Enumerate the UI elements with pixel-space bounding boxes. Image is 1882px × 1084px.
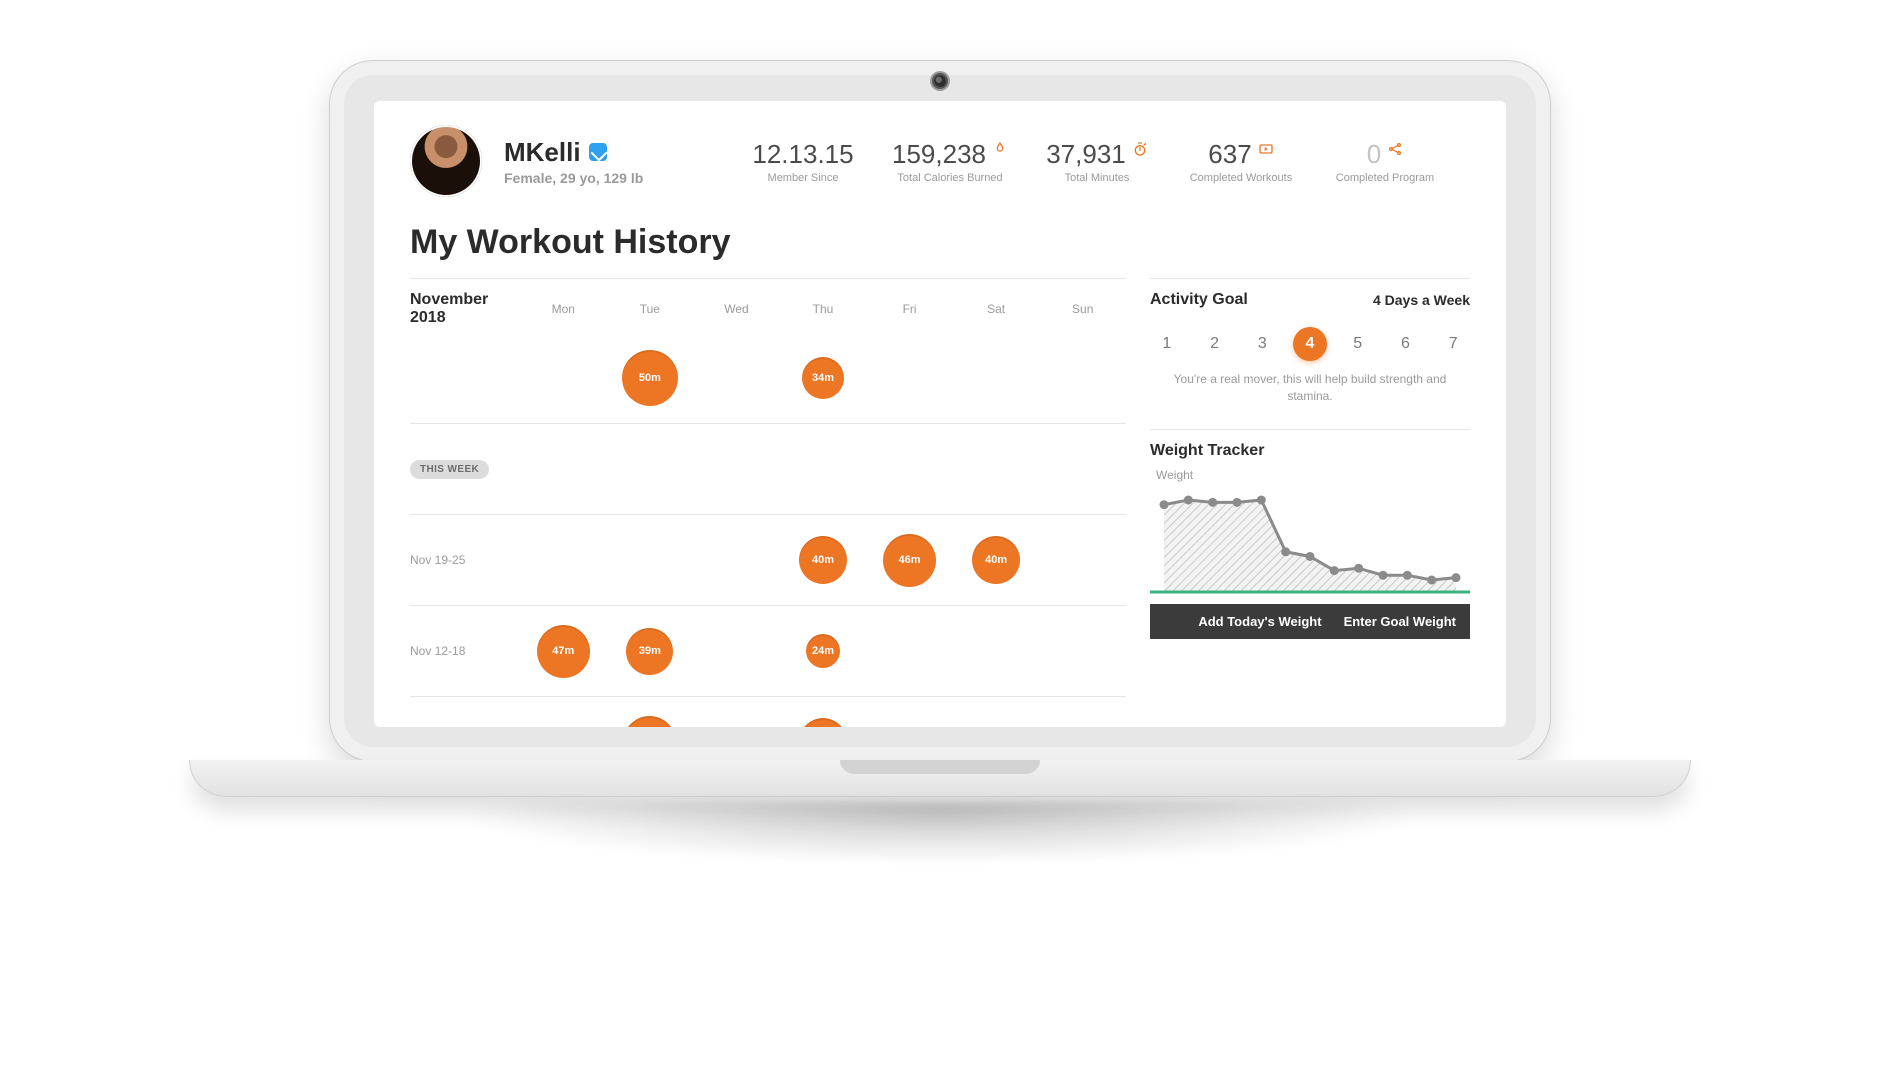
- share-icon: [1387, 141, 1403, 157]
- laptop-shadow: [250, 801, 1630, 921]
- stat-value: 37,931: [1046, 139, 1126, 170]
- calendar-cell[interactable]: 24m: [780, 634, 867, 668]
- calendar-day-header: Mon: [520, 302, 607, 316]
- workout-bubble[interactable]: 40m: [799, 536, 847, 584]
- activity-goal-option-5[interactable]: 5: [1341, 327, 1375, 361]
- weight-tracker-title: Weight Tracker: [1150, 442, 1264, 460]
- calendar-cell[interactable]: 40m: [780, 536, 867, 584]
- verified-badge-icon: [589, 143, 607, 161]
- workout-bubble[interactable]: 39m: [626, 628, 673, 675]
- workout-bubble[interactable]: 40m: [799, 718, 847, 727]
- stat-completed-program: 0 Completed Program: [1330, 139, 1440, 184]
- calendar-cell[interactable]: 46m: [607, 716, 694, 728]
- profile-username: MKelli: [504, 137, 581, 168]
- activity-goal-option-4[interactable]: 4: [1293, 327, 1327, 361]
- calendar-week-row: Nov 12-18 47m 39m 24m: [410, 606, 1126, 697]
- workout-bubble[interactable]: 50m: [622, 350, 678, 406]
- workout-bubble[interactable]: 40m: [972, 536, 1020, 584]
- workout-bubble[interactable]: 46m: [623, 716, 676, 728]
- flame-icon: [992, 141, 1008, 157]
- add-todays-weight-button[interactable]: Add Today's Weight: [1198, 614, 1321, 629]
- stat-completed-workouts: 637 Completed Workouts: [1186, 139, 1296, 184]
- activity-goal-option-2[interactable]: 2: [1198, 327, 1232, 361]
- workout-calendar: November 2018 MonTueWedThuFriSatSun 50m 3…: [410, 278, 1126, 727]
- workout-bubble[interactable]: 46m: [883, 534, 936, 587]
- screen: MKelli Female, 29 yo, 129 lb 12.13.15 Mem…: [374, 101, 1506, 727]
- week-range-label: Nov 19-25: [410, 553, 520, 567]
- calendar-cell[interactable]: 46m: [866, 534, 953, 587]
- workout-bubble[interactable]: 34m: [802, 357, 844, 399]
- profile-stats: 12.13.15 Member Since 159,238 Total Calorie…: [748, 139, 1440, 184]
- calendar-day-header: Thu: [780, 302, 867, 316]
- stat-label: Completed Workouts: [1186, 172, 1296, 184]
- activity-goal-option-6[interactable]: 6: [1389, 327, 1423, 361]
- weight-tracker-panel: Weight Tracker Weight Add Today's Weight…: [1150, 429, 1470, 639]
- stat-value: 159,238: [892, 139, 986, 170]
- calendar-week-row: THIS WEEK: [410, 424, 1126, 515]
- page-title: My Workout History: [410, 223, 1470, 262]
- this-week-chip: THIS WEEK: [410, 460, 489, 479]
- stat-label: Total Calories Burned: [892, 172, 1008, 184]
- stat-label: Completed Program: [1330, 172, 1440, 184]
- calendar-day-header: Sun: [1039, 302, 1126, 316]
- avatar[interactable]: [410, 125, 482, 197]
- enter-goal-weight-button[interactable]: Enter Goal Weight: [1344, 614, 1456, 629]
- calendar-week-row: 50m 34m: [410, 333, 1126, 424]
- video-icon: [1258, 141, 1274, 157]
- calendar-week-row: Nov 19-25 40m 46m 40m: [410, 515, 1126, 606]
- stat-total-calories-burned: 159,238 Total Calories Burned: [892, 139, 1008, 184]
- camera-icon: [934, 75, 946, 87]
- stat-value: 12.13.15: [752, 139, 853, 170]
- laptop-base: [189, 760, 1691, 797]
- calendar-week-row: 46m 40m: [410, 697, 1126, 727]
- stat-label: Total Minutes: [1042, 172, 1152, 184]
- workout-bubble[interactable]: 24m: [806, 634, 840, 668]
- laptop-notch: [840, 760, 1040, 774]
- calendar-day-header: Fri: [866, 302, 953, 316]
- calendar-cell[interactable]: 50m: [607, 350, 694, 406]
- weight-chart: [1150, 486, 1470, 606]
- activity-goal-option-7[interactable]: 7: [1436, 327, 1470, 361]
- laptop-frame: MKelli Female, 29 yo, 129 lb 12.13.15 Mem…: [190, 60, 1690, 921]
- activity-goal-message: You're a real mover, this will help buil…: [1150, 371, 1470, 411]
- stat-value: 637: [1208, 139, 1251, 170]
- activity-goal-value: 4 Days a Week: [1373, 292, 1470, 308]
- calendar-cell[interactable]: 47m: [520, 625, 607, 678]
- weight-tracker-subtitle: Weight: [1156, 468, 1470, 482]
- activity-goal-option-1[interactable]: 1: [1150, 327, 1184, 361]
- calendar-day-header: Wed: [693, 302, 780, 316]
- calendar-day-header: Tue: [607, 302, 694, 316]
- calendar-cell[interactable]: 40m: [780, 718, 867, 727]
- stat-value: 0: [1367, 139, 1381, 170]
- activity-goal-panel: Activity Goal 4 Days a Week 1234567 You'…: [1150, 278, 1470, 411]
- workout-bubble[interactable]: 47m: [537, 625, 590, 678]
- stat-total-minutes: 37,931 Total Minutes: [1042, 139, 1152, 184]
- profile-header: MKelli Female, 29 yo, 129 lb 12.13.15 Mem…: [410, 125, 1470, 197]
- week-range-label: Nov 12-18: [410, 644, 520, 658]
- stat-label: Member Since: [748, 172, 858, 184]
- stat-member-since: 12.13.15 Member Since: [748, 139, 858, 184]
- calendar-cell[interactable]: 34m: [780, 357, 867, 399]
- profile-meta: Female, 29 yo, 129 lb: [504, 170, 694, 186]
- activity-goal-option-3[interactable]: 3: [1245, 327, 1279, 361]
- activity-goal-title: Activity Goal: [1150, 291, 1248, 309]
- calendar-day-header: Sat: [953, 302, 1040, 316]
- calendar-cell[interactable]: 39m: [607, 628, 694, 675]
- stopwatch-icon: [1132, 141, 1148, 157]
- laptop-lid: MKelli Female, 29 yo, 129 lb 12.13.15 Mem…: [329, 60, 1551, 762]
- calendar-cell[interactable]: 40m: [953, 536, 1040, 584]
- calendar-month: November 2018: [410, 291, 520, 327]
